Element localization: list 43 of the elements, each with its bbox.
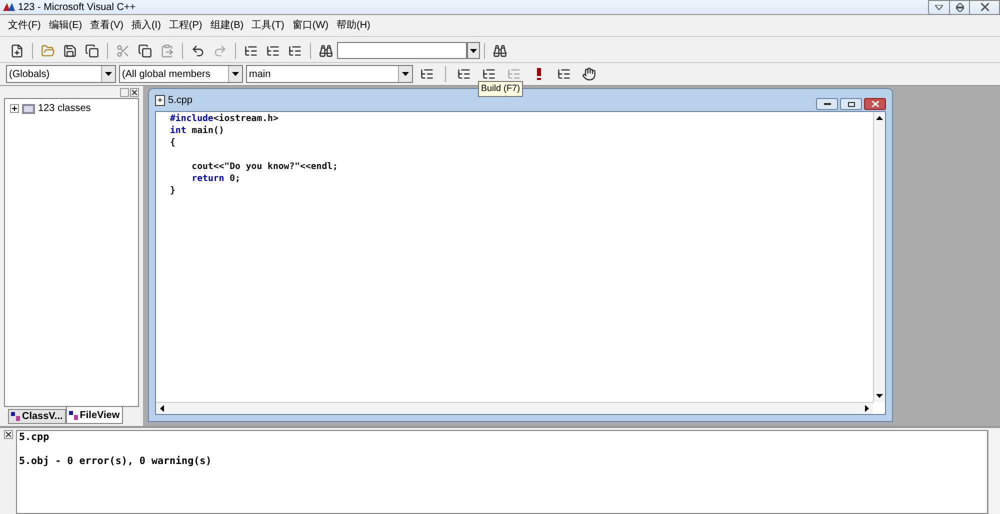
- workspace-tab[interactable]: ClassV...: [8, 409, 66, 424]
- tree-item[interactable]: 123 classes: [38, 101, 91, 116]
- close-icon: [980, 3, 988, 11]
- window-title: 123 - Microsoft Visual C++: [18, 0, 136, 14]
- close-icon[interactable]: [4, 430, 12, 439]
- minimize-icon: [824, 103, 830, 105]
- find-field[interactable]: [337, 42, 467, 59]
- class-view-icon: [11, 412, 20, 421]
- menu-item[interactable]: 插入(I): [131, 18, 161, 33]
- menu-item[interactable]: 编辑(E): [48, 18, 82, 33]
- file-icon: [155, 94, 165, 106]
- vertical-scrollbar[interactable]: [988, 430, 1000, 514]
- filter-combo[interactable]: (All global members: [119, 65, 243, 83]
- close-button[interactable]: [864, 98, 886, 110]
- menu-item[interactable]: 窗口(W): [292, 18, 328, 33]
- menu-item[interactable]: 文件(F): [8, 18, 41, 33]
- code-text: #include<iostream.h> int main() { cout<<"Do you know?"<<endl; return 0; }: [170, 113, 338, 197]
- menu-item[interactable]: 帮助(H): [336, 18, 370, 33]
- tooltip: Build (F7): [478, 81, 524, 96]
- close-icon: [872, 101, 878, 107]
- down-arrow-icon: [876, 394, 883, 398]
- restore-icon: [956, 2, 964, 12]
- maximize-icon: [848, 102, 854, 106]
- left-arrow-icon: [160, 405, 164, 412]
- menu-item[interactable]: 查看(V): [90, 18, 124, 33]
- close-icon[interactable]: [130, 88, 139, 97]
- menu-item[interactable]: 工程(P): [168, 18, 202, 33]
- menu-item[interactable]: 工具(T): [252, 18, 284, 33]
- classes-icon: [22, 102, 35, 114]
- output-text: 5.cpp 5.obj - 0 error(s), 0 warning(s): [19, 432, 212, 468]
- caret-icon: [935, 4, 943, 10]
- minimize-button[interactable]: [816, 98, 838, 110]
- workspace-tab[interactable]: FileView: [66, 407, 123, 424]
- expand-toggle[interactable]: [10, 104, 19, 113]
- up-arrow-icon: [876, 116, 883, 120]
- editor-title: 5.cpp: [168, 94, 192, 108]
- member-combo[interactable]: main: [246, 65, 413, 83]
- maximize-button[interactable]: [840, 98, 862, 110]
- menu-item[interactable]: 组建(B): [210, 18, 244, 33]
- class-combo[interactable]: (Globals): [6, 65, 116, 83]
- app-logo-icon: [2, 2, 16, 12]
- file-view-icon: [68, 410, 78, 420]
- right-arrow-icon: [865, 405, 869, 412]
